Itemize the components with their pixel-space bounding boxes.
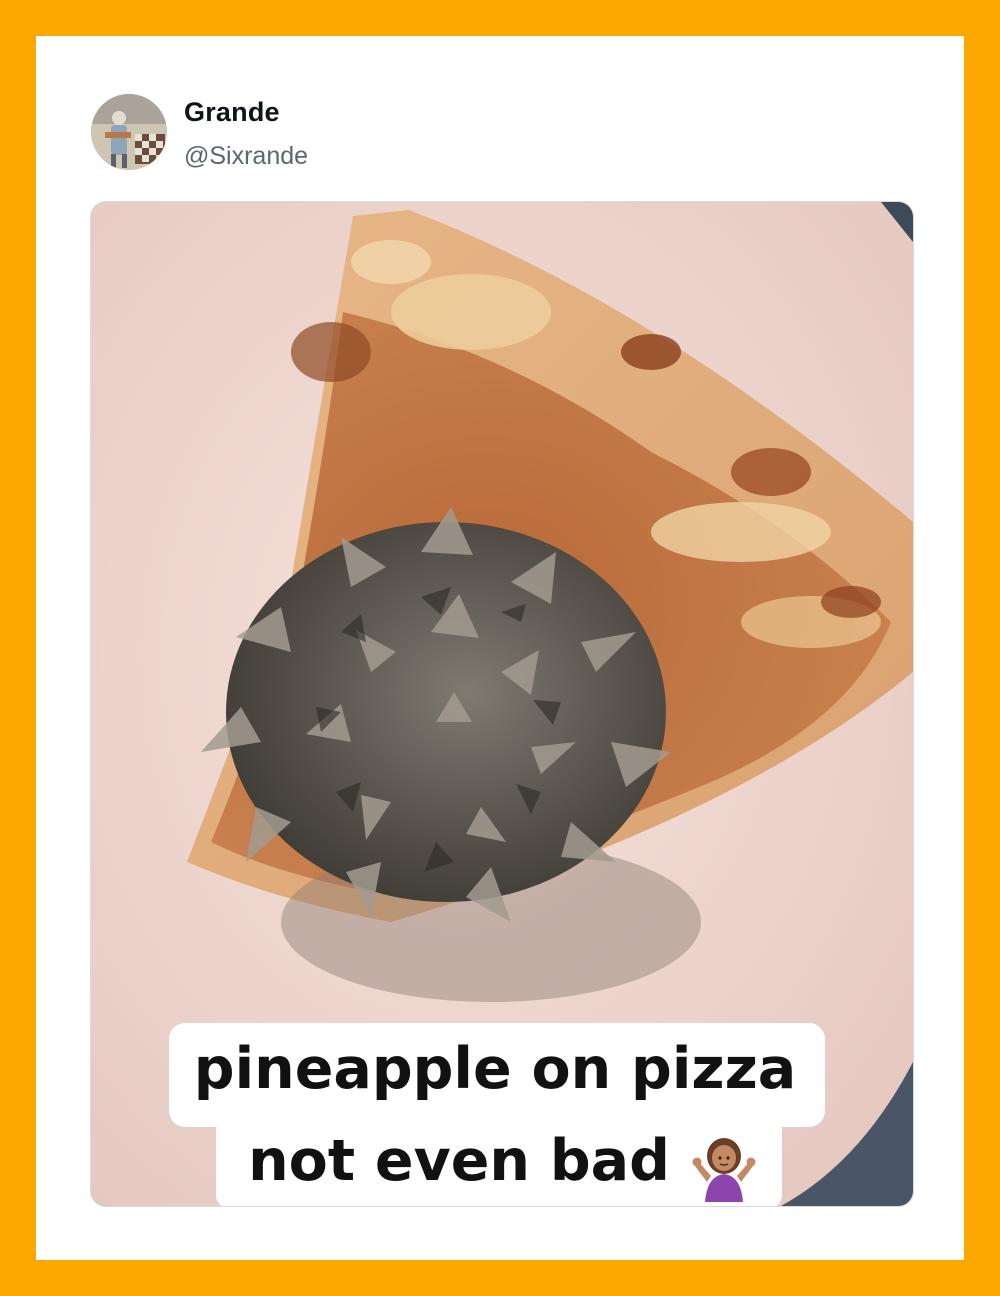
tweet-header: Grande @Sixrande (91, 94, 691, 174)
person-shrugging-emoji (692, 1138, 756, 1202)
avatar[interactable] (91, 94, 167, 170)
caption-line-1: pineapple on pizza (193, 1036, 797, 1102)
display-name[interactable]: Grande (184, 97, 280, 128)
user-handle[interactable]: @Sixrande (184, 142, 308, 171)
avatar-icon (91, 94, 167, 170)
caption-line-2: not even bad (248, 1128, 670, 1194)
tweet-photo[interactable]: pineapple on pizza not even bad (90, 201, 914, 1207)
tweet-card: Grande @Sixrande pineapple on pizza not … (36, 36, 964, 1260)
